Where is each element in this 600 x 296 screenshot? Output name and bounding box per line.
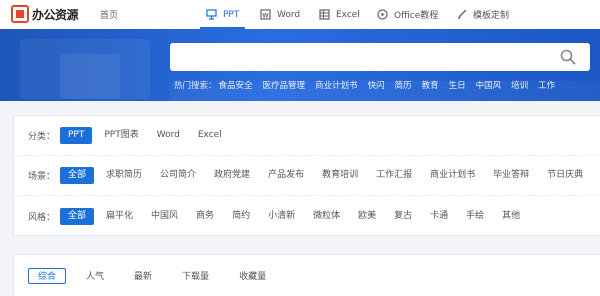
banner-decoration [60, 54, 120, 99]
hot-keyword[interactable]: 工作 [538, 79, 555, 91]
filter-option[interactable]: 商业计划书 [424, 167, 481, 184]
filter-row-category: 分类： PPT PPT图表 Word Excel [14, 116, 600, 156]
filter-option[interactable]: 卡通 [424, 208, 454, 225]
nav-tab-label: Office教程 [394, 11, 439, 21]
filter-label: 场景： [28, 172, 56, 182]
hot-keyword[interactable]: 食品安全 [219, 79, 253, 91]
filter-label: 风格： [28, 212, 56, 223]
nav-tab-label: PPT [223, 9, 240, 20]
sort-option[interactable]: 收藏量 [229, 268, 276, 284]
hot-keyword[interactable]: 教育 [422, 79, 439, 91]
nav-home-link[interactable]: 首页 [100, 8, 118, 21]
nav-tab-label: Word [277, 9, 301, 20]
hot-keyword[interactable]: 医疗品管理 [263, 79, 306, 91]
filter-option[interactable]: 小清新 [262, 208, 301, 225]
hot-search: 热门搜索： 食品安全 医疗品管理 商业计划书 快闪 简历 教育 生日 中国风 培… [174, 79, 565, 91]
filter-option[interactable]: 工作汇报 [370, 167, 418, 184]
filter-option[interactable]: 全部 [60, 167, 95, 184]
filter-option[interactable]: 复古 [388, 208, 418, 225]
filter-option[interactable]: 求职简历 [100, 167, 148, 184]
search-box[interactable] [170, 43, 590, 71]
logo-mark-icon [11, 5, 29, 23]
filter-option[interactable]: PPT [60, 127, 93, 144]
filter-option[interactable]: 中国风 [145, 208, 184, 225]
hot-keyword[interactable]: 简历 [395, 79, 412, 91]
hero-banner: 热门搜索： 食品安全 医疗品管理 商业计划书 快闪 简历 教育 生日 中国风 培… [0, 29, 600, 101]
filter-option[interactable]: 节日庆典 [541, 167, 589, 184]
site-logo[interactable]: 办公资源 [11, 5, 79, 23]
presentation-icon [206, 9, 217, 20]
nav-tab-office-tutorial[interactable]: Office教程 [377, 0, 438, 29]
filter-option[interactable]: Word [151, 127, 186, 144]
filter-option[interactable]: PPT图表 [98, 127, 144, 144]
filter-option[interactable]: 简约 [226, 208, 256, 225]
hot-keyword[interactable]: 商业计划书 [315, 79, 358, 91]
sort-bar: 综合 人气 最新 下载量 收藏量 [13, 254, 600, 296]
sort-option[interactable]: 最新 [124, 268, 162, 284]
nav-tab-label: 模板定制 [473, 11, 510, 21]
nav-tab-ppt[interactable]: PPT [199, 0, 246, 29]
svg-text:W: W [262, 12, 269, 19]
filter-option[interactable]: 全部 [60, 207, 95, 225]
filter-option[interactable]: 欧美 [352, 208, 382, 225]
nav-tab-word[interactable]: W Word [260, 0, 300, 29]
filter-option[interactable]: 政府党建 [208, 167, 256, 184]
filter-option[interactable]: 其他 [496, 208, 526, 225]
sort-option[interactable]: 下载量 [172, 268, 219, 284]
word-doc-icon: W [260, 9, 271, 20]
filter-option[interactable]: 毕业答辩 [487, 167, 535, 184]
filter-row-style: 风格： 全部 扁平化 中国风 商务 简约 小清新 微粒体 欧美 复古 卡通 手绘… [14, 196, 600, 236]
nav-tab-label: Excel [336, 9, 360, 20]
spreadsheet-icon [319, 9, 330, 20]
filter-option[interactable]: 公司简介 [154, 167, 202, 184]
hot-keyword[interactable]: 中国风 [476, 79, 502, 91]
filter-option[interactable]: 扁平化 [100, 208, 139, 225]
hot-search-label: 热门搜索： [174, 81, 217, 91]
hot-keyword[interactable]: 快闪 [368, 79, 385, 91]
brush-icon [456, 9, 467, 20]
hot-keyword[interactable]: 生日 [449, 79, 466, 91]
filter-option[interactable]: Excel [192, 127, 228, 144]
hot-keyword[interactable]: 培训 [511, 79, 528, 91]
sort-option[interactable]: 人气 [76, 268, 114, 284]
play-circle-icon [377, 9, 388, 20]
nav-tab-excel[interactable]: Excel [319, 0, 360, 29]
nav-tab-template-custom[interactable]: 模板定制 [456, 0, 509, 29]
filter-option[interactable]: 产品发布 [262, 167, 310, 184]
filter-row-scene: 场景： 全部 求职简历 公司简介 政府党建 产品发布 教育培训 工作汇报 商业计… [14, 156, 600, 196]
filter-option[interactable]: 商务 [190, 208, 220, 225]
filter-option[interactable]: 微粒体 [307, 208, 346, 225]
search-icon[interactable] [560, 49, 576, 65]
filter-option[interactable]: 教育培训 [316, 167, 364, 184]
logo-text: 办公资源 [32, 7, 79, 22]
search-input[interactable] [170, 43, 550, 71]
filter-option[interactable]: 手绘 [460, 208, 490, 225]
top-nav: 办公资源 首页 PPT W Word Excel Office教程 模板定制 [0, 0, 600, 29]
filter-label: 分类： [28, 132, 56, 142]
filter-panel: 分类： PPT PPT图表 Word Excel 场景： 全部 求职简历 公司简… [13, 115, 600, 236]
sort-option[interactable]: 综合 [28, 267, 67, 284]
